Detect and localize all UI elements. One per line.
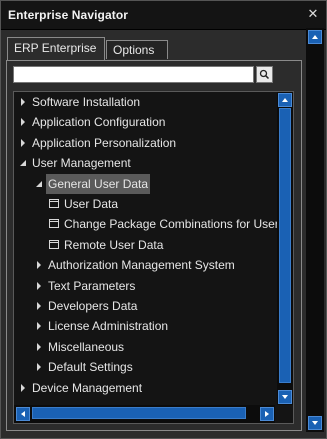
triangle-right-icon[interactable] bbox=[19, 118, 27, 127]
tree-horizontal-scrollbar[interactable] bbox=[14, 405, 277, 423]
tree-item[interactable]: License Administration bbox=[14, 316, 277, 336]
tree-item[interactable]: Authorization Management System bbox=[14, 255, 277, 275]
search-button[interactable] bbox=[256, 66, 273, 83]
tree-item[interactable]: Application Personalization bbox=[14, 133, 277, 153]
triangle-right-icon[interactable] bbox=[19, 383, 27, 392]
tree-item-label: License Administration bbox=[48, 319, 169, 334]
tree-item[interactable]: Software Installation bbox=[14, 92, 277, 112]
erp-enterprise-panel: Software Installation Application Configu… bbox=[6, 60, 302, 431]
tree-content: Software Installation Application Configu… bbox=[14, 92, 277, 405]
tab-erp-enterprise[interactable]: ERP Enterprise bbox=[7, 37, 105, 60]
tree-item-label: Miscellaneous bbox=[48, 339, 125, 354]
tree-item-label: User Management bbox=[32, 156, 131, 171]
triangle-right-icon[interactable] bbox=[19, 138, 27, 147]
tree-item-label: Authorization Management System bbox=[48, 258, 235, 273]
tree-item-label: Remote User Data bbox=[64, 237, 164, 252]
document-icon bbox=[49, 219, 59, 229]
window-title: Enterprise Navigator bbox=[8, 8, 129, 22]
tree-item-label: Application Configuration bbox=[32, 115, 166, 130]
scroll-right-button[interactable] bbox=[260, 407, 274, 421]
tree-item-label: Default Settings bbox=[48, 360, 133, 375]
tree-item-label: Device Management bbox=[32, 380, 143, 395]
triangle-right-icon[interactable] bbox=[35, 322, 43, 331]
tree-item[interactable]: User Data bbox=[14, 194, 277, 214]
tab-options[interactable]: Options bbox=[106, 40, 168, 59]
triangle-right-icon[interactable] bbox=[35, 281, 43, 290]
tree-item[interactable]: User Management bbox=[14, 153, 277, 173]
vertical-scroll-thumb[interactable] bbox=[279, 108, 291, 383]
tree-item[interactable]: Change Package Combinations for Users bbox=[14, 214, 277, 234]
arrow-left-icon bbox=[21, 411, 25, 417]
tree-item[interactable]: General User Data bbox=[14, 173, 277, 194]
scroll-left-button[interactable] bbox=[16, 407, 30, 421]
tree-item-label: Developers Data bbox=[48, 299, 138, 313]
document-icon bbox=[49, 239, 59, 249]
search-icon bbox=[259, 69, 270, 80]
tree-item-label: General User Data bbox=[46, 173, 151, 194]
navigator-tree: Software Installation Application Configu… bbox=[13, 91, 294, 424]
triangle-right-icon[interactable] bbox=[19, 98, 27, 106]
tree-item-label: User Data bbox=[64, 197, 119, 211]
window-scroll-up-button[interactable] bbox=[308, 30, 322, 44]
tree-item[interactable]: Default Settings bbox=[14, 357, 277, 377]
arrow-up-icon bbox=[282, 98, 288, 102]
enterprise-navigator-window: Enterprise Navigator ✕ ERP Enterprise Op… bbox=[0, 0, 327, 439]
tree-item[interactable]: Miscellaneous bbox=[14, 337, 277, 357]
horizontal-scroll-thumb[interactable] bbox=[32, 407, 246, 419]
tree-item[interactable]: Text Parameters bbox=[14, 276, 277, 296]
arrow-up-icon bbox=[312, 35, 318, 39]
document-icon bbox=[49, 199, 59, 208]
tree-item-label: Change Package Combinations for Users bbox=[64, 217, 277, 232]
tree-item-label: Application Personalization bbox=[32, 135, 177, 150]
tree-item[interactable]: Device Management bbox=[14, 378, 277, 398]
search-input[interactable] bbox=[13, 66, 254, 83]
triangle-right-icon[interactable] bbox=[35, 363, 43, 372]
triangle-down-icon[interactable] bbox=[35, 180, 43, 188]
tree-item[interactable]: Developers Data bbox=[14, 296, 277, 316]
tree-item[interactable]: Remote User Data bbox=[14, 235, 277, 255]
tree-item-label: Software Installation bbox=[32, 95, 141, 109]
scroll-down-button[interactable] bbox=[278, 390, 292, 404]
close-icon[interactable]: ✕ bbox=[306, 7, 320, 21]
tree-item-label: Text Parameters bbox=[48, 278, 136, 293]
triangle-right-icon[interactable] bbox=[35, 342, 43, 351]
arrow-down-icon bbox=[282, 395, 288, 399]
arrow-right-icon bbox=[265, 411, 269, 417]
title-bar: Enterprise Navigator ✕ bbox=[1, 1, 326, 30]
triangle-right-icon[interactable] bbox=[35, 302, 43, 310]
triangle-down-icon[interactable] bbox=[19, 159, 27, 167]
scrollbar-corner bbox=[275, 405, 293, 423]
window-vertical-scrollbar[interactable] bbox=[306, 28, 324, 432]
arrow-down-icon bbox=[312, 421, 318, 425]
triangle-right-icon[interactable] bbox=[35, 261, 43, 270]
scroll-up-button[interactable] bbox=[278, 93, 292, 107]
tree-item[interactable]: Application Configuration bbox=[14, 112, 277, 132]
tree-vertical-scrollbar[interactable] bbox=[277, 92, 293, 405]
window-scroll-down-button[interactable] bbox=[308, 416, 322, 430]
